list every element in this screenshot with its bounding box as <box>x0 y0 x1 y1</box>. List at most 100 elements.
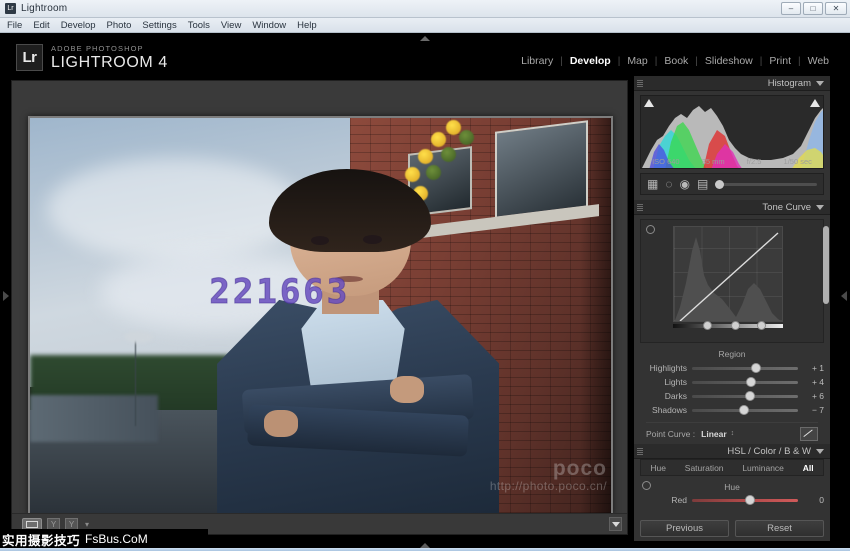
crop-overlay-icon[interactable]: ▦ <box>647 178 658 190</box>
menu-item-develop[interactable]: Develop <box>61 20 96 31</box>
hsl-panel-header[interactable]: HSL / Color / B & W <box>634 444 830 459</box>
point-curve-caret-icon[interactable]: ↕ <box>731 430 735 437</box>
slider-track-darks[interactable] <box>692 395 798 398</box>
lightroom-application-window: Lr Lightroom – □ ✕ File Edit Develop Pho… <box>0 0 850 551</box>
menu-item-settings[interactable]: Settings <box>142 20 176 31</box>
module-map[interactable]: Map <box>620 55 654 67</box>
photo-lamp-post <box>135 339 137 426</box>
slider-value-darks: + 6 <box>798 391 824 401</box>
histogram-chart[interactable]: ISO 640 35 mm f/2.5 1/50 sec <box>640 95 824 169</box>
module-slideshow[interactable]: Slideshow <box>698 55 760 67</box>
slider-track-highlights[interactable] <box>692 367 798 370</box>
minimize-button[interactable]: – <box>781 2 801 15</box>
graduated-filter-icon[interactable]: ▤ <box>697 178 708 190</box>
previous-button[interactable]: Previous <box>640 520 729 537</box>
tone-curve-region-group: Region Highlights + 1 Lights + 4 Darks +… <box>640 347 824 440</box>
slider-row-shadows: Shadows − 7 <box>640 404 824 416</box>
tab-saturation[interactable]: Saturation <box>685 463 724 473</box>
tone-curve-grid[interactable] <box>673 226 783 322</box>
tone-curve-graph[interactable] <box>640 219 824 343</box>
exif-readout: ISO 640 35 mm f/2.5 1/50 sec <box>641 157 823 166</box>
edit-point-curve-icon[interactable] <box>800 427 818 441</box>
module-web[interactable]: Web <box>801 55 836 67</box>
target-adjustment-icon[interactable] <box>642 481 651 490</box>
red-eye-correction-icon[interactable]: ◉ <box>679 178 689 190</box>
menu-item-help[interactable]: Help <box>297 20 317 31</box>
slider-value-lights: + 4 <box>798 377 824 387</box>
photo-subject-person <box>228 169 489 513</box>
hsl-section-hue: Hue Red 0 <box>640 479 824 506</box>
module-picker: Library | Develop | Map | Book | Slidesh… <box>514 55 836 67</box>
tone-curve-range-strip[interactable] <box>673 324 783 328</box>
tone-curve-panel-header[interactable]: Tone Curve <box>634 200 830 215</box>
identity-plate[interactable]: Lr ADOBE PHOTOSHOP LIGHTROOM 4 <box>16 44 168 72</box>
slider-track-shadows[interactable] <box>692 409 798 412</box>
menu-item-window[interactable]: Window <box>252 20 286 31</box>
tone-curve-split-knob[interactable] <box>703 321 712 330</box>
target-adjustment-icon[interactable] <box>646 225 655 234</box>
slider-value-highlights: + 1 <box>798 363 824 373</box>
slider-value-shadows: − 7 <box>798 405 824 415</box>
module-print[interactable]: Print <box>762 55 798 67</box>
lightroom-icon: Lr <box>5 3 16 14</box>
chevron-down-icon[interactable] <box>816 449 824 454</box>
window-title: Lightroom <box>21 3 67 14</box>
window-title-bar: Lr Lightroom – □ ✕ <box>0 0 850 18</box>
exif-focal: 35 mm <box>702 157 725 166</box>
image-preview-pane: 221663 poco http://photo.poco.cn/ Y Y ▾ <box>11 80 628 535</box>
tone-curve-panel-title: Tone Curve <box>762 202 811 213</box>
slider-row-red: Red 0 <box>640 494 824 506</box>
tab-luminance[interactable]: Luminance <box>742 463 784 473</box>
photo-image[interactable]: 221663 poco http://photo.poco.cn/ <box>30 118 611 513</box>
menu-item-view[interactable]: View <box>221 20 241 31</box>
panel-grip-icon <box>637 80 643 87</box>
module-book[interactable]: Book <box>657 55 695 67</box>
photo-subject-hair <box>269 169 431 251</box>
right-panel-group: Histogram ISO 640 35 mm <box>634 76 830 541</box>
window-controls: – □ ✕ <box>781 2 847 15</box>
right-panel-expand-arrow[interactable] <box>841 291 847 301</box>
left-panel-expand-arrow[interactable] <box>3 291 9 301</box>
reset-button[interactable]: Reset <box>735 520 824 537</box>
tone-curve-svg <box>674 227 783 322</box>
spot-removal-icon[interactable]: ◌ <box>665 178 672 190</box>
right-panel-scrollbar[interactable] <box>823 226 829 304</box>
histogram-panel-header[interactable]: Histogram <box>634 76 830 91</box>
menu-bar: File Edit Develop Photo Settings Tools V… <box>0 18 850 33</box>
chevron-down-icon[interactable] <box>816 205 824 210</box>
module-library[interactable]: Library <box>514 55 560 67</box>
tab-all[interactable]: All <box>803 463 814 473</box>
tone-curve-split-knob[interactable] <box>731 321 740 330</box>
menu-item-edit[interactable]: Edit <box>33 20 49 31</box>
menu-item-photo[interactable]: Photo <box>107 20 132 31</box>
chevron-down-icon[interactable]: ▾ <box>85 520 89 529</box>
slider-label-shadows: Shadows <box>640 405 692 415</box>
highlight-clipping-indicator[interactable] <box>810 99 820 107</box>
point-curve-value[interactable]: Linear <box>701 429 727 439</box>
photo-parked-cars <box>30 395 158 442</box>
exif-iso: ISO 640 <box>652 157 680 166</box>
tone-curve-split-knob[interactable] <box>757 321 766 330</box>
shadow-clipping-indicator[interactable] <box>644 99 654 107</box>
photo-frame[interactable]: 221663 poco http://photo.poco.cn/ <box>28 116 613 515</box>
module-develop[interactable]: Develop <box>563 55 618 67</box>
maximize-button[interactable]: □ <box>803 2 823 15</box>
panel-grip-icon <box>637 448 643 455</box>
adjustment-brush-icon[interactable] <box>715 183 817 186</box>
top-panel-collapse-arrow[interactable] <box>420 36 430 41</box>
chevron-down-icon[interactable] <box>816 81 824 86</box>
exif-shutter: 1/50 sec <box>784 157 812 166</box>
toolbar-chevron-icon[interactable] <box>609 517 622 531</box>
panel-grip-icon <box>637 204 643 211</box>
tab-hue[interactable]: Hue <box>650 463 666 473</box>
slider-track-red[interactable] <box>692 499 798 502</box>
point-curve-row: Point Curve : Linear ↕ <box>646 422 818 440</box>
menu-item-tools[interactable]: Tools <box>188 20 210 31</box>
panel-footer-buttons: Previous Reset <box>634 516 830 541</box>
menu-item-file[interactable]: File <box>7 20 22 31</box>
page-watermark: 实用摄影技巧 FsBus.CoM <box>0 529 208 549</box>
close-button[interactable]: ✕ <box>825 2 847 15</box>
develop-tool-strip: ▦ ◌ ◉ ▤ <box>640 173 824 195</box>
slider-track-lights[interactable] <box>692 381 798 384</box>
slider-label-highlights: Highlights <box>640 363 692 373</box>
